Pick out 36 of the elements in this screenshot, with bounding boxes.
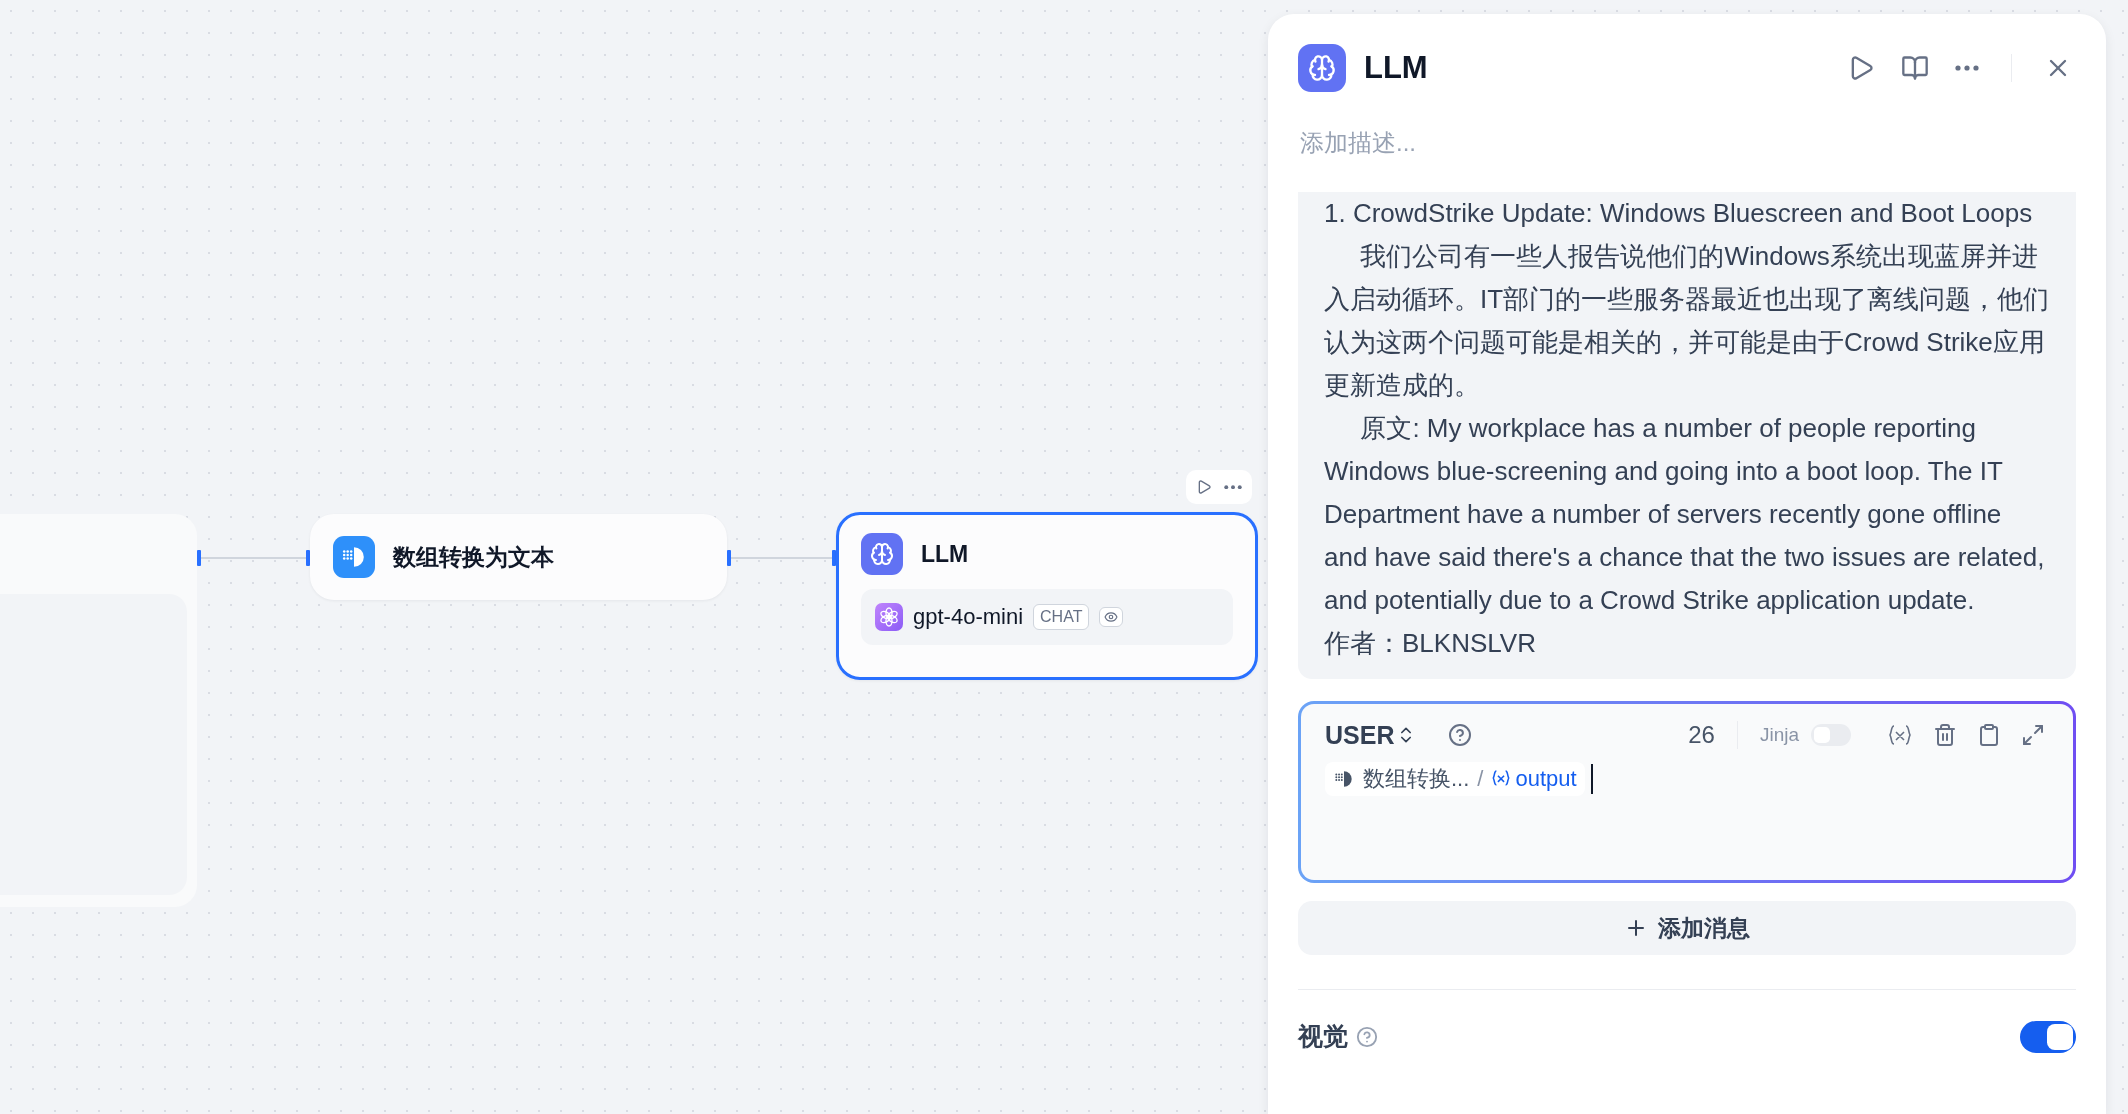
mode-tag: CHAT [1033,604,1090,630]
add-message-button[interactable]: 添加消息 [1298,901,2076,955]
role-select[interactable]: USER [1325,720,1417,750]
trash-icon [1933,723,1957,747]
text-cursor [1590,764,1593,794]
variable-icon [1491,768,1512,788]
expand-icon [2021,723,2045,747]
node-title: 数组转换为文本 [393,542,554,572]
vision-toggle[interactable] [2020,1020,2076,1053]
help-icon[interactable] [1448,723,1473,747]
workflow-node[interactable]: 数组转换为文本 [310,514,727,600]
brain-icon [1308,54,1336,82]
prompt-paragraph: 原文: My workplace has a number of people reporting Windows blue-screening and going into a boot loop. The IT Department have a number of servers recently gone offline and have said there's a chance that the two issues are related, and potentially due to a Crowd Strike application update. [1324,412,2046,617]
prompt-paragraph: 作者：BLKNSLVR [1324,627,1537,660]
vision-label: 视觉 [1298,1021,1348,1052]
node-title: LLM [921,540,969,568]
play-icon[interactable] [1196,479,1212,495]
panel-title: LLM [1364,50,1429,86]
workflow-node[interactable]: LLM gpt-4o-mini CHAT [836,512,1258,680]
prompt-paragraph: 我们公司有一些人报告说他们的Windows系统出现蓝屏并进入启动循环。IT部门的一些服务器最近也出现了离线问题，他们认为这两个问题可能是相关的，并可能是由于Crowd Strike应用更新造成的。 [1324,240,2050,402]
more-icon [1955,65,1979,71]
half-circle-icon [1333,768,1355,790]
prompt-paragraph: 1. CrowdStrike Update: Windows Bluescreen and Boot Loops [1324,197,2034,230]
clipboard-icon [1977,723,2001,747]
eye-icon [1104,610,1119,624]
more-icon [1224,484,1242,490]
help-icon[interactable] [1356,1025,1378,1048]
message-editor[interactable]: USER 26 Jinja 数组转换... / output [1298,701,2076,883]
book-icon [1901,54,1929,82]
variable-icon [1887,722,1913,748]
description-field[interactable]: 添加描述... [1298,128,2080,158]
model-name: gpt-4o-mini [913,604,1024,630]
jinja-label: Jinja [1759,724,1799,746]
brain-icon [870,542,894,566]
char-count: 26 [1688,721,1715,749]
variable-tag[interactable]: 数组转换... / output [1325,762,1585,796]
